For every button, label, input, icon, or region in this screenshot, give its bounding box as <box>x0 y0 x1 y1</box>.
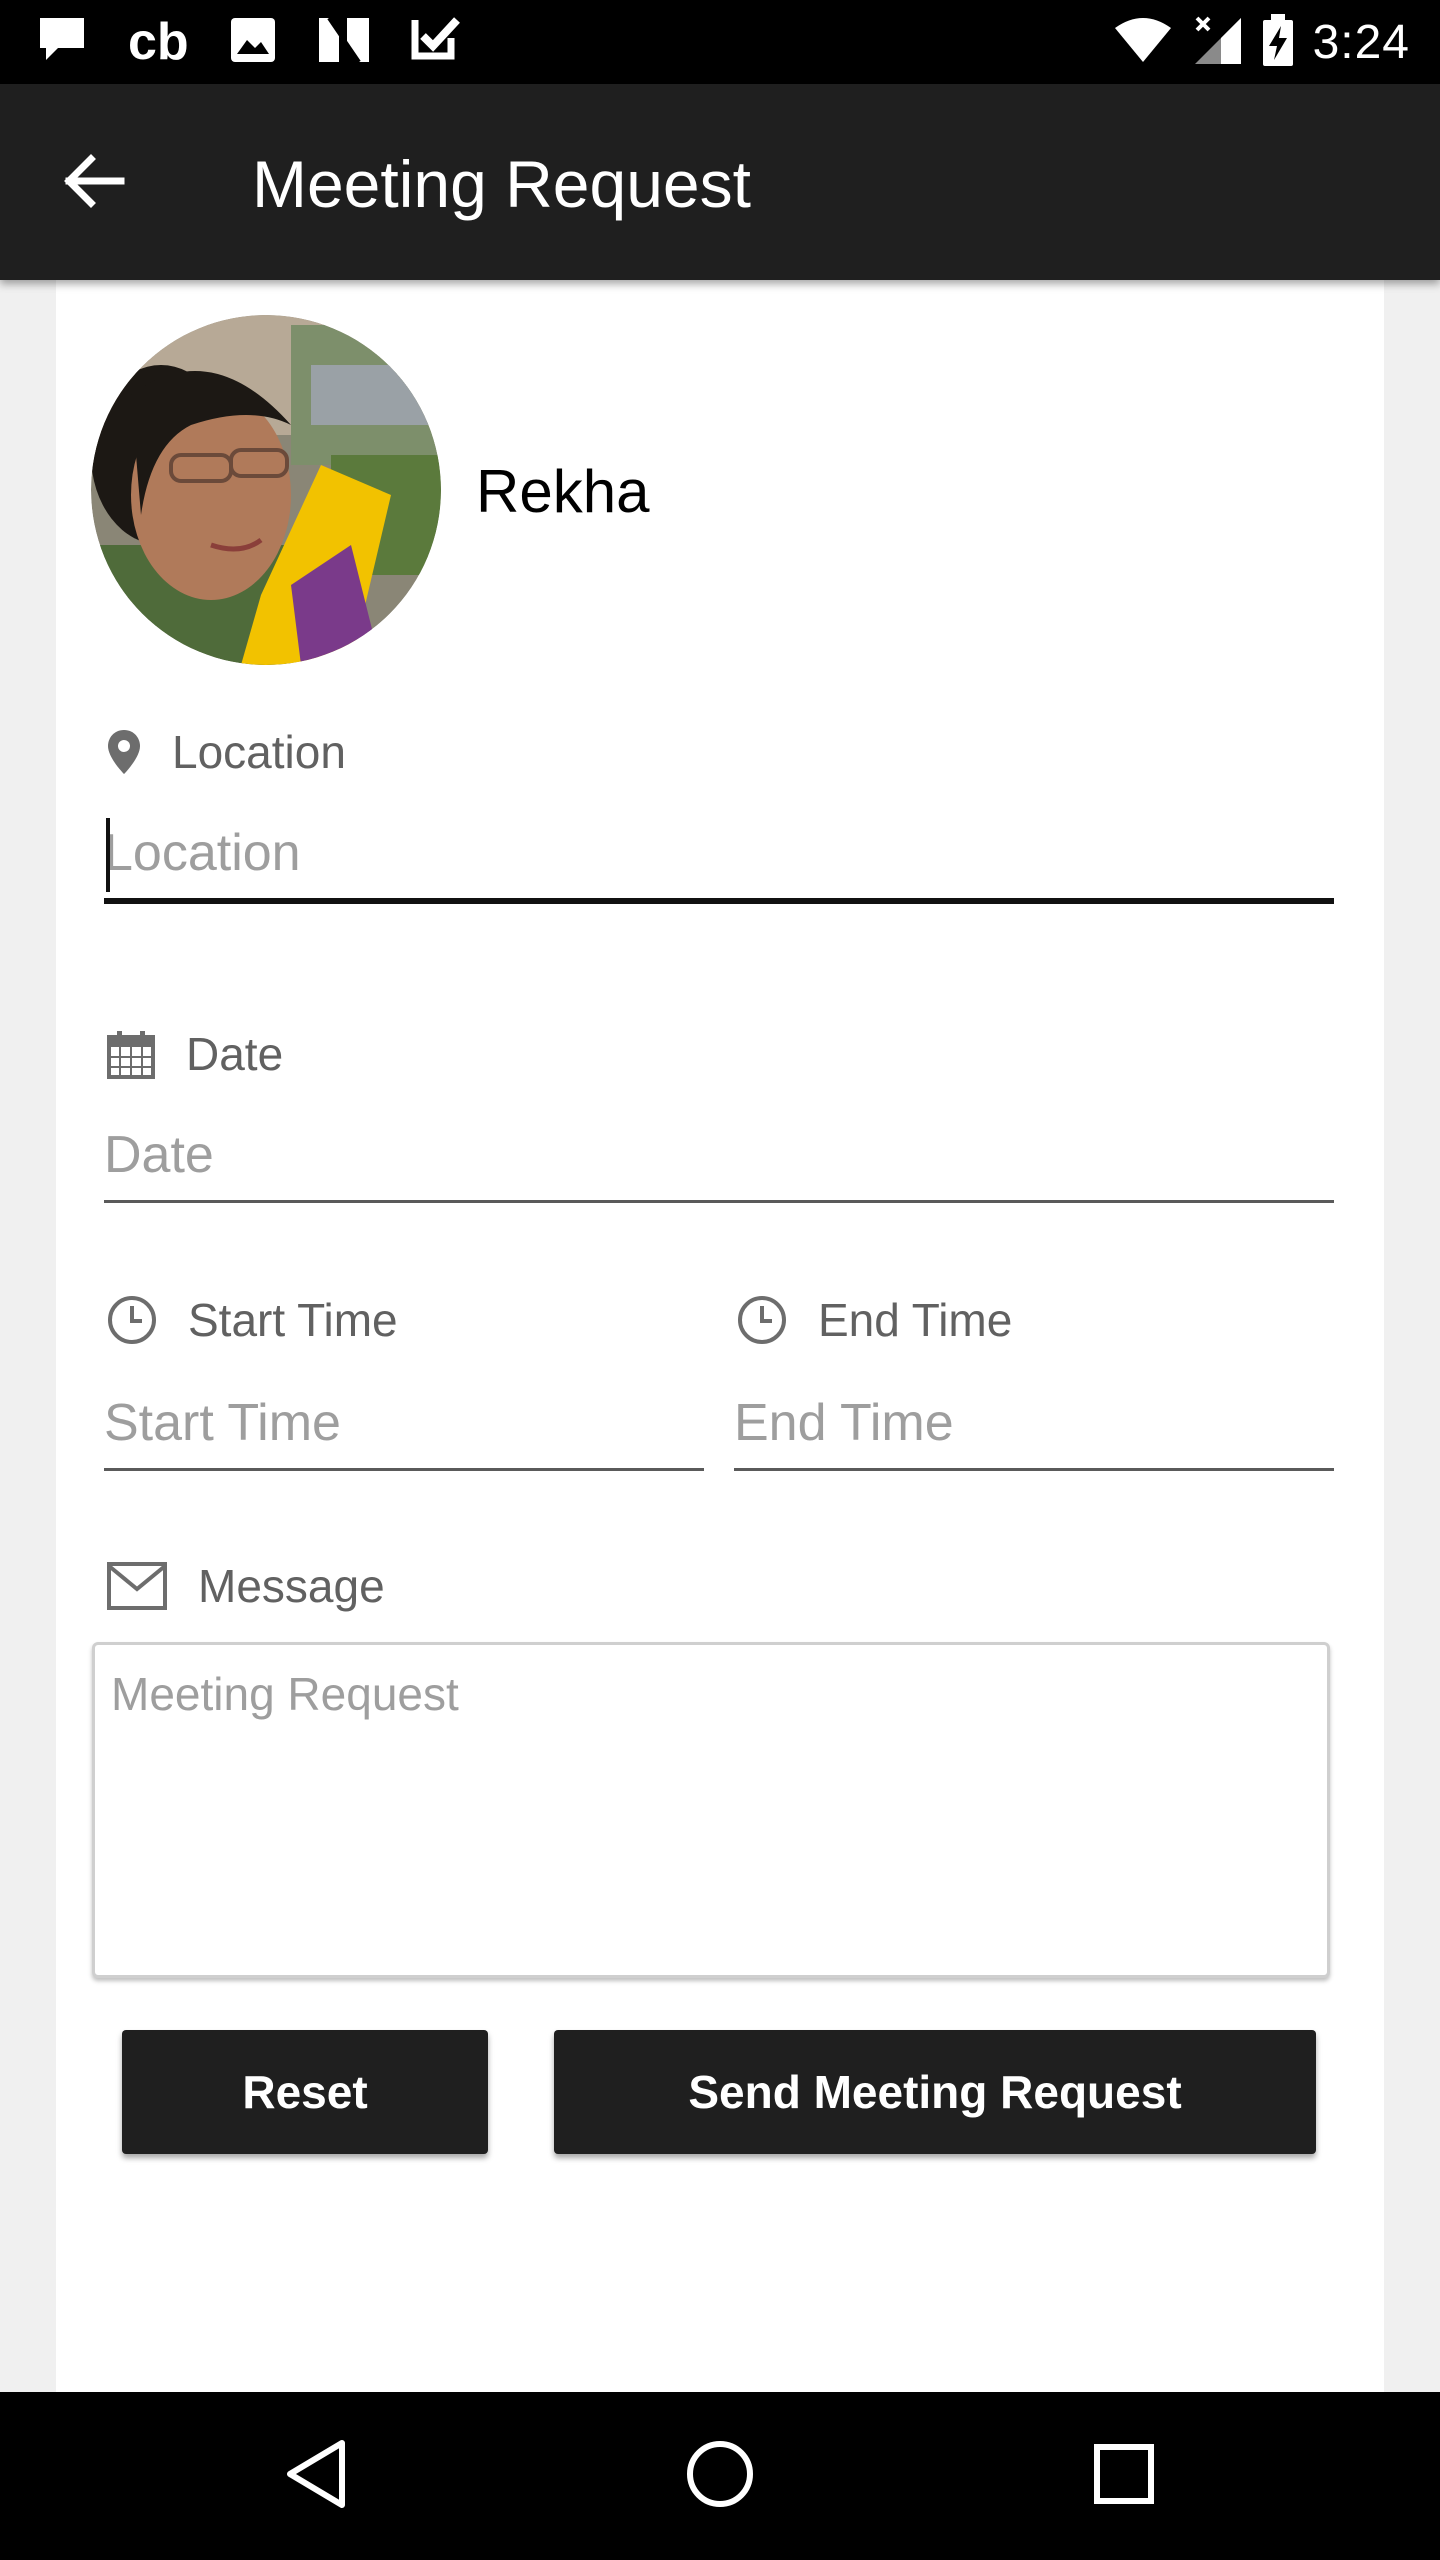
end-time-label: End Time <box>736 1292 1012 1348</box>
navigation-bar <box>0 2392 1440 2560</box>
nav-home-button[interactable] <box>670 2426 770 2526</box>
page-title: Meeting Request <box>252 147 751 221</box>
clock-icon <box>736 1294 788 1346</box>
message-textarea[interactable] <box>92 1642 1330 1978</box>
notification-icon <box>36 14 88 71</box>
text-cursor <box>106 818 110 892</box>
end-time-label-text: End Time <box>818 1294 1013 1346</box>
user-name: Rekha <box>476 458 650 525</box>
nav-back-icon <box>284 2439 348 2514</box>
clock-icon <box>106 1294 158 1346</box>
reset-button[interactable]: Reset <box>122 2030 488 2154</box>
send-meeting-request-button[interactable]: Send Meeting Request <box>554 2030 1316 2154</box>
end-time-input[interactable] <box>734 1378 1334 1471</box>
checkbox-app-icon <box>411 16 461 69</box>
cb-app-icon: cb <box>128 13 189 71</box>
nav-recents-button[interactable] <box>1074 2426 1174 2526</box>
message-label-text: Message <box>198 1560 385 1612</box>
envelope-icon <box>106 1561 168 1611</box>
start-time-label-text: Start Time <box>188 1294 398 1346</box>
arrow-back-icon <box>61 153 125 214</box>
date-input[interactable] <box>104 1110 1334 1203</box>
status-right-icons: 3:24 <box>1113 13 1410 71</box>
start-time-input[interactable] <box>104 1378 704 1471</box>
meeting-request-card: Rekha Location Date Start Time <box>56 280 1384 2392</box>
location-input[interactable] <box>104 808 1334 904</box>
n-app-icon <box>317 16 371 69</box>
location-label-text: Location <box>172 726 346 778</box>
back-button[interactable] <box>48 138 138 228</box>
battery-charging-icon <box>1261 13 1295 71</box>
nav-home-icon <box>685 2439 755 2514</box>
screen: cb 3:24 Meeting Request Rekha Location L… <box>0 0 1440 2560</box>
status-bar: cb 3:24 <box>0 0 1440 84</box>
location-label: Location <box>106 724 346 780</box>
nav-recents-icon <box>1093 2443 1155 2510</box>
wifi-icon <box>1113 16 1173 69</box>
calendar-icon <box>106 1029 156 1079</box>
date-label: Date <box>106 1026 283 1082</box>
location-pin-icon <box>106 728 142 776</box>
image-icon <box>229 16 277 69</box>
message-label: Message <box>106 1558 385 1614</box>
status-time: 3:24 <box>1312 15 1410 69</box>
avatar[interactable] <box>91 315 441 665</box>
nav-back-button[interactable] <box>266 2426 366 2526</box>
status-left-icons: cb <box>36 14 461 70</box>
app-bar: Meeting Request <box>0 84 1440 280</box>
start-time-label: Start Time <box>106 1292 398 1348</box>
date-label-text: Date <box>186 1028 284 1080</box>
signal-icon <box>1191 14 1243 71</box>
